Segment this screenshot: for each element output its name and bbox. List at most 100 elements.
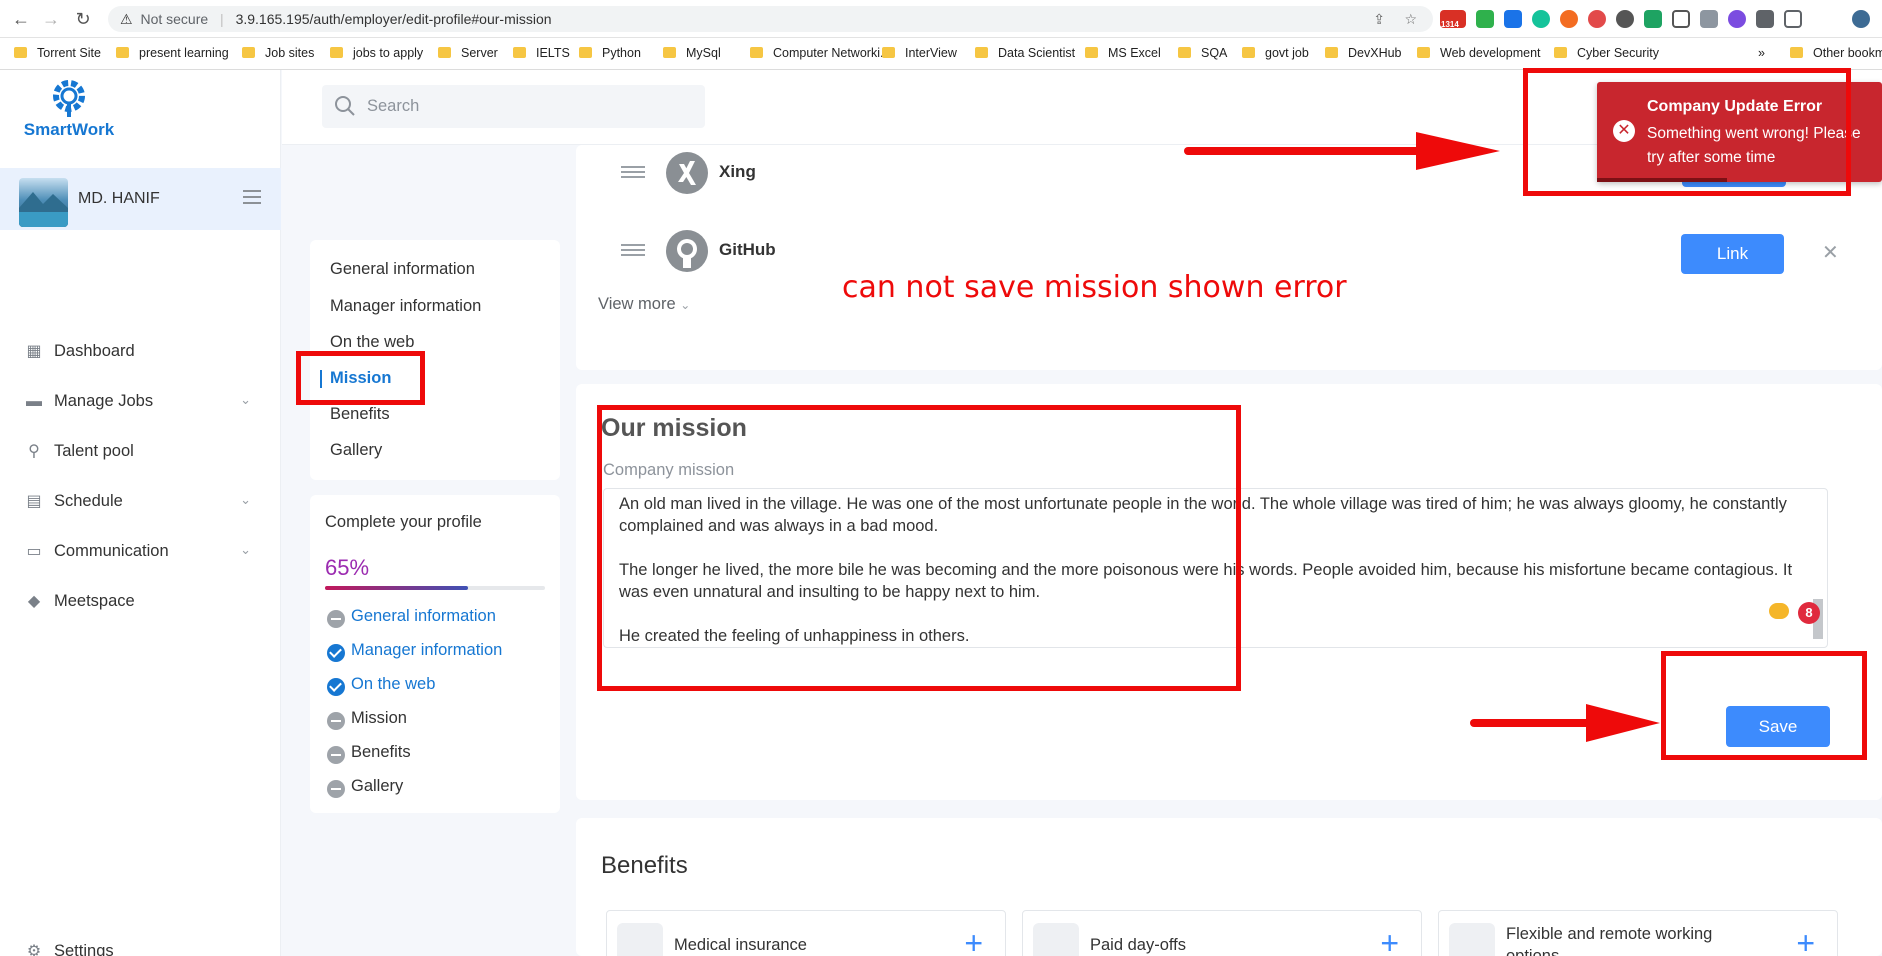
bookmark-item[interactable]: govt job — [1242, 46, 1309, 60]
add-icon[interactable]: + — [964, 925, 983, 956]
minus-circle-icon — [327, 610, 345, 628]
user-row[interactable]: MD. HANIF — [0, 168, 281, 230]
sidebar-item-settings[interactable]: ⚙ Settings — [0, 932, 281, 956]
close-icon[interactable]: ✕ — [1822, 240, 1839, 265]
sidepanel-icon[interactable] — [1784, 10, 1802, 28]
benefit-item[interactable]: Paid day-offs + — [1022, 910, 1422, 956]
bookmark-item[interactable]: Web development — [1417, 46, 1541, 60]
bookmark-item[interactable]: SQA — [1178, 46, 1227, 60]
gmail-extension-icon[interactable]: 1314 — [1440, 10, 1466, 29]
benefits-card: Benefits Medical insurance + Paid day-of… — [576, 818, 1882, 956]
arrow-to-save — [1470, 704, 1660, 742]
bookmark-item[interactable]: Python — [579, 46, 641, 60]
bookmark-label: Cyber Security — [1577, 46, 1659, 60]
section-nav-on-the-web[interactable]: On the web — [330, 333, 414, 352]
section-nav-manager-information[interactable]: Manager information — [330, 297, 481, 316]
drag-handle-icon[interactable] — [621, 244, 645, 256]
share-icon[interactable]: ⇪ — [1373, 6, 1385, 32]
folder-icon — [1085, 47, 1098, 58]
bookmark-item[interactable]: MySql — [663, 46, 721, 60]
profile-progress-fill — [325, 586, 468, 590]
sidebar: SmartWork MD. HANIF ▦ Dashboard ▬ Manage Jo… — [0, 70, 281, 956]
bookmark-item[interactable]: Computer Networki... — [750, 46, 890, 60]
sidebar-item-dashboard[interactable]: ▦ Dashboard — [0, 332, 281, 372]
menu-toggle-icon[interactable] — [243, 190, 261, 204]
bookmark-item[interactable]: Cyber Security — [1554, 46, 1659, 60]
checklist-item[interactable]: Manager information — [351, 641, 502, 660]
bookmark-label: present learning — [139, 46, 229, 60]
bookmark-label: InterView — [905, 46, 957, 60]
other-bookmarks[interactable]: Other bookm — [1790, 46, 1882, 60]
bookmark-item[interactable]: Job sites — [242, 46, 314, 60]
chevron-down-icon[interactable]: ⌄ — [240, 392, 251, 408]
annotation-box-mission-nav — [296, 351, 425, 405]
chevron-down-icon[interactable]: ⌄ — [240, 542, 251, 558]
checklist-item[interactable]: On the web — [351, 675, 435, 694]
logo[interactable]: SmartWork — [19, 78, 119, 142]
folder-icon — [750, 47, 763, 58]
shield-extension-icon[interactable] — [1476, 10, 1494, 28]
bookmark-item[interactable]: Torrent Site — [14, 46, 101, 60]
bookmark-item[interactable]: present learning — [116, 46, 229, 60]
bookmark-item[interactable]: InterView — [882, 46, 957, 60]
orange-extension-icon[interactable] — [1560, 10, 1578, 28]
bookmark-label: Data Scientist — [998, 46, 1076, 60]
benefit-item[interactable]: Medical insurance + — [606, 910, 1006, 956]
logo-text: SmartWork — [23, 120, 115, 139]
annotation-box-save — [1661, 651, 1867, 760]
checklist-item: Benefits — [351, 743, 411, 761]
folder-icon — [663, 47, 676, 58]
sidebar-item-meetspace[interactable]: ◆ Meetspace — [0, 582, 281, 622]
chevron-down-icon[interactable]: ⌄ — [240, 492, 251, 508]
sidebar-item-communication[interactable]: ▭ Communication ⌄ — [0, 532, 281, 572]
reload-icon[interactable]: ↻ — [72, 8, 94, 30]
add-icon[interactable]: + — [1380, 925, 1399, 956]
drag-handle-icon[interactable] — [621, 166, 645, 178]
extension-badge[interactable]: 8 — [1798, 602, 1820, 624]
add-icon[interactable]: + — [1796, 925, 1815, 956]
mouse-extension-icon[interactable] — [1616, 10, 1634, 28]
section-nav-gallery[interactable]: Gallery — [330, 441, 382, 460]
profile-avatar-icon[interactable] — [1852, 10, 1870, 28]
bookmark-item[interactable]: jobs to apply — [330, 46, 423, 60]
search-input[interactable]: Search — [322, 85, 705, 128]
xing-icon — [666, 152, 708, 194]
link-button[interactable]: Link — [1681, 234, 1784, 274]
color-extension-icon[interactable] — [1728, 10, 1746, 28]
section-nav-benefits[interactable]: Benefits — [330, 405, 390, 424]
bookmark-item[interactable]: MS Excel — [1085, 46, 1161, 60]
star-icon[interactable]: ☆ — [1404, 6, 1417, 32]
code-extension-icon[interactable] — [1644, 10, 1662, 28]
bookmark-item[interactable]: IELTS — [513, 46, 570, 60]
bookmark-label: Web development — [1440, 46, 1541, 60]
sidebar-item-schedule[interactable]: ▤ Schedule ⌄ — [0, 482, 281, 522]
puzzle-icon[interactable] — [1756, 10, 1774, 28]
bookmark-item[interactable]: Data Scientist — [975, 46, 1075, 60]
sidebar-item-label: Meetspace — [54, 592, 135, 610]
sidebar-item-talent-pool[interactable]: ⚲ Talent pool — [0, 432, 281, 472]
drop-extension-icon[interactable] — [1504, 10, 1522, 28]
back-icon[interactable]: ← — [10, 8, 32, 30]
address-bar[interactable]: ⚠ Not secure | 3.9.165.195/auth/employer… — [108, 6, 1433, 32]
benefit-item[interactable]: Flexible and remote working options + — [1438, 910, 1838, 956]
bookmark-item[interactable]: DevXHub — [1325, 46, 1402, 60]
sidebar-item-manage-jobs[interactable]: ▬ Manage Jobs ⌄ — [0, 382, 281, 422]
more-bookmarks[interactable]: » — [1758, 46, 1765, 60]
warning-icon: ⚠ — [120, 11, 133, 27]
checklist-item[interactable]: General information — [351, 607, 496, 626]
capture-extension-icon[interactable] — [1672, 10, 1690, 28]
bookmark-item[interactable]: Server — [438, 46, 498, 60]
section-nav-general-information[interactable]: General information — [330, 260, 475, 279]
checklist-item: Gallery — [351, 777, 404, 795]
red-extension-icon[interactable] — [1588, 10, 1606, 28]
folder-icon — [1325, 47, 1338, 58]
github-icon — [666, 230, 708, 272]
view-more-link[interactable]: View more ⌄ — [598, 295, 690, 314]
grammarly-extension-icon[interactable] — [1532, 10, 1550, 28]
gallery-extension-icon[interactable] — [1700, 10, 1718, 28]
forward-icon[interactable]: → — [40, 8, 62, 30]
handshake-icon[interactable] — [1769, 603, 1789, 619]
briefcase-icon: ▬ — [26, 393, 42, 410]
person-search-icon: ⚲ — [28, 443, 40, 460]
minus-circle-icon — [327, 746, 345, 764]
